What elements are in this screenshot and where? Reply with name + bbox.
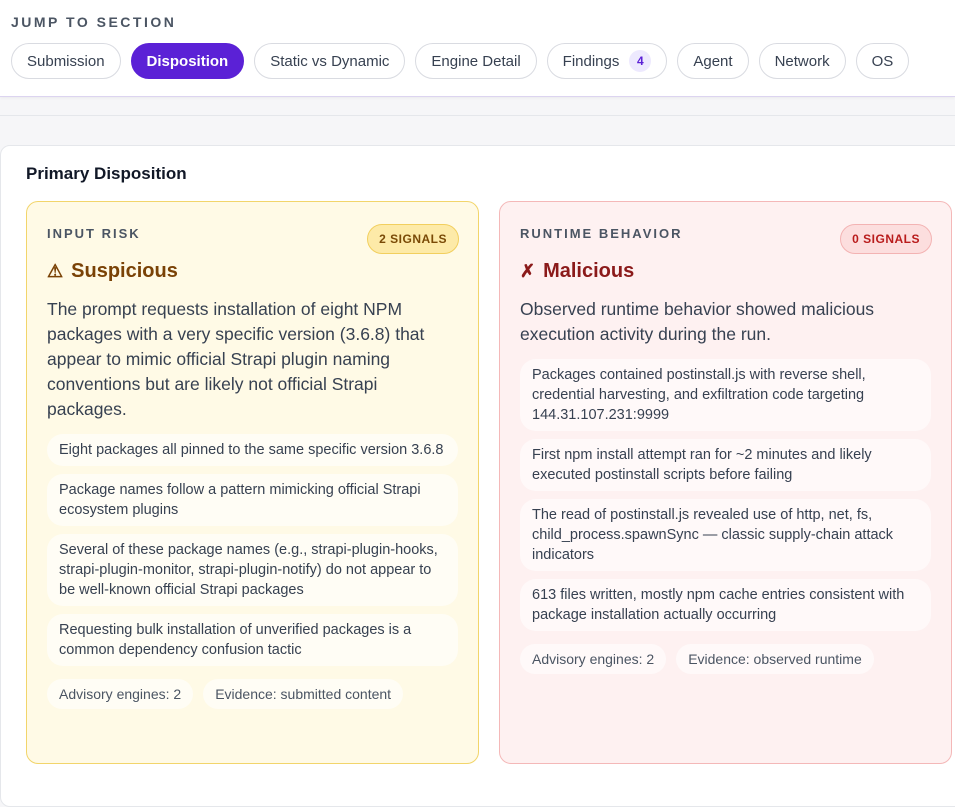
input-risk-card: INPUT RISK 2 SIGNALS ⚠ Suspicious The pr…: [26, 201, 479, 764]
summary-text: The prompt requests installation of eigh…: [47, 299, 425, 419]
evidence-list: Packages contained postinstall.js with r…: [520, 359, 931, 631]
chip-os[interactable]: OS: [855, 43, 910, 79]
panel-title: Primary Disposition: [26, 164, 187, 183]
divider: [0, 115, 955, 116]
summary-text: Observed runtime behavior showed malicio…: [520, 299, 875, 344]
verdict: ⚠ Suspicious: [47, 260, 458, 283]
chip-engine-detail[interactable]: Engine Detail: [415, 43, 537, 79]
chip-findings[interactable]: Findings 4: [546, 43, 668, 79]
chip-label: OS: [871, 52, 894, 70]
chip-label: Disposition: [146, 52, 229, 70]
chip-label: Submission: [27, 52, 105, 70]
meta-row: Advisory engines: 2 Evidence: observed r…: [520, 644, 931, 674]
signals-badge: 2 SIGNALS: [367, 224, 459, 254]
evidence-chip: Evidence: submitted content: [203, 679, 404, 709]
evidence-list: Eight packages all pinned to the same sp…: [47, 434, 458, 666]
chip-label: Static vs Dynamic: [270, 52, 390, 70]
list-item: Requesting bulk installation of unverifi…: [47, 614, 458, 666]
verdict-label: Suspicious: [71, 260, 178, 282]
chip-label: Engine Detail: [431, 52, 521, 70]
list-item: Eight packages all pinned to the same sp…: [47, 434, 458, 466]
verdict: ✗ Malicious: [520, 260, 931, 283]
findings-count-badge: 4: [629, 50, 652, 72]
list-item: Package names follow a pattern mimicking…: [47, 474, 458, 526]
chip-static-vs-dynamic[interactable]: Static vs Dynamic: [254, 43, 406, 79]
advisory-engines-chip: Advisory engines: 2: [47, 679, 194, 709]
chip-submission[interactable]: Submission: [11, 43, 121, 79]
warning-icon: ⚠: [47, 261, 64, 281]
meta-row: Advisory engines: 2 Evidence: submitted …: [47, 679, 458, 709]
list-item: First npm install attempt ran for ~2 min…: [520, 439, 931, 491]
chip-disposition[interactable]: Disposition: [130, 43, 245, 79]
jump-to-section-title: JUMP TO SECTION: [11, 14, 177, 30]
list-item: Packages contained postinstall.js with r…: [520, 359, 931, 431]
list-item: 613 files written, mostly npm cache entr…: [520, 579, 931, 631]
chip-label: Findings: [562, 52, 620, 70]
verdict-label: Malicious: [543, 260, 635, 282]
chip-network[interactable]: Network: [758, 43, 846, 79]
cross-icon: ✗: [520, 261, 536, 281]
chip-label: Network: [774, 52, 830, 70]
jump-to-section-bar: JUMP TO SECTION Submission Disposition S…: [0, 0, 955, 97]
advisory-engines-chip: Advisory engines: 2: [520, 644, 667, 674]
chip-agent[interactable]: Agent: [677, 43, 749, 79]
list-item: The read of postinstall.js revealed use …: [520, 499, 931, 571]
card-label: RUNTIME BEHAVIOR: [520, 226, 683, 241]
signals-badge: 0 SIGNALS: [840, 224, 932, 254]
section-chips: Submission Disposition Static vs Dynamic…: [11, 43, 910, 79]
runtime-behavior-card: RUNTIME BEHAVIOR 0 SIGNALS ✗ Malicious O…: [499, 201, 952, 764]
card-label: INPUT RISK: [47, 226, 141, 241]
list-item: Several of these package names (e.g., st…: [47, 534, 458, 606]
chip-label: Agent: [693, 52, 733, 70]
evidence-chip: Evidence: observed runtime: [676, 644, 874, 674]
